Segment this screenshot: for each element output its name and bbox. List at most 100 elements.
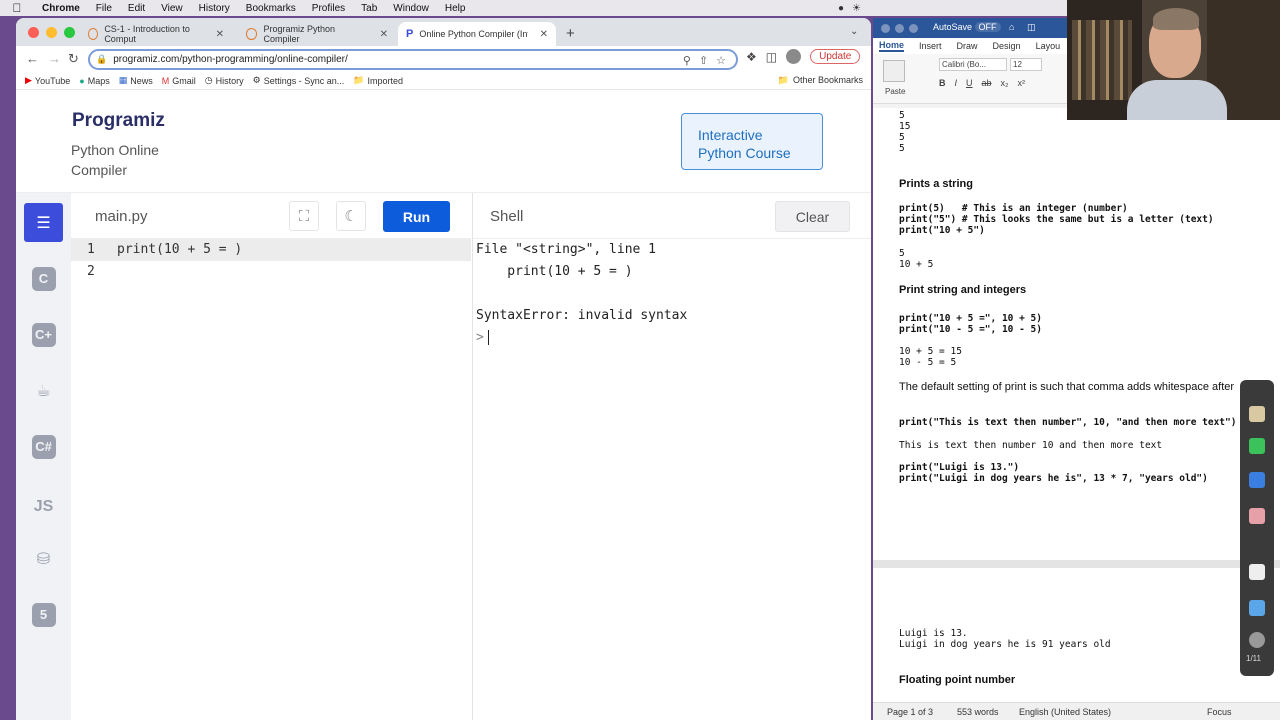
bookmark-star-icon[interactable]: ☆: [716, 54, 726, 67]
superscript-icon[interactable]: x²: [1018, 78, 1026, 88]
new-tab-icon[interactable]: +: [566, 25, 575, 42]
eraser-icon[interactable]: [1249, 406, 1265, 422]
tab-insert[interactable]: Insert: [919, 41, 942, 51]
reload-icon[interactable]: ↻: [68, 51, 79, 67]
lock-icon[interactable]: 🔒: [96, 54, 107, 65]
line-code[interactable]: print(10 + 5 = ): [117, 239, 242, 261]
word-count[interactable]: 553 words: [957, 707, 999, 717]
zoom-window-button[interactable]: [64, 27, 75, 38]
zoom-icon[interactable]: ⚲: [683, 54, 691, 67]
tab-programiz-compiler[interactable]: Programiz Python Compiler ✕: [238, 22, 396, 46]
menu-history[interactable]: History: [191, 3, 238, 14]
tab-online-python-compiler[interactable]: P Online Python Compiler (Interp ✕: [398, 22, 556, 46]
close-window-button[interactable]: [881, 24, 890, 33]
tab-search-chevron-icon[interactable]: ⌄: [850, 26, 858, 37]
minimize-window-button[interactable]: [895, 24, 904, 33]
interactive-course-button[interactable]: Interactive Python Course: [681, 113, 823, 170]
autosave-toggle[interactable]: AutoSave OFF: [933, 22, 1001, 32]
address-bar[interactable]: 🔒 programiz.com/python-programming/onlin…: [88, 49, 738, 70]
menu-file[interactable]: File: [88, 3, 120, 14]
subscript-icon[interactable]: x₂: [1001, 78, 1009, 88]
sql-database-icon[interactable]: ⛁: [24, 539, 63, 578]
shell-output[interactable]: File "<string>", line 1 print(10 + 5 = )…: [472, 239, 871, 720]
tab-cs1[interactable]: CS-1 - Introduction to Comput ✕: [80, 22, 232, 46]
word-document[interactable]: 5 15 5 5 Prints a string print(5) # This…: [873, 108, 1280, 702]
code-line[interactable]: 1 print(10 + 5 = ): [71, 239, 471, 261]
save-icon[interactable]: ◫: [1027, 22, 1036, 33]
language-status[interactable]: English (United States): [1019, 707, 1111, 717]
csharp-icon[interactable]: C#: [24, 427, 63, 466]
zoom-window-button[interactable]: [909, 24, 918, 33]
c-icon[interactable]: C: [24, 259, 63, 298]
programiz-logo[interactable]: Programiz: [72, 110, 165, 132]
forward-arrow-icon[interactable]: →: [48, 51, 61, 66]
fullscreen-icon[interactable]: ⛶: [289, 201, 319, 231]
minimize-window-button[interactable]: [46, 27, 57, 38]
menu-edit[interactable]: Edit: [120, 3, 153, 14]
bookmark-maps[interactable]: ● Maps: [79, 76, 109, 86]
file-tab-main-py[interactable]: main.py: [95, 208, 148, 225]
focus-mode[interactable]: Focus: [1207, 707, 1232, 717]
bookmark-youtube[interactable]: ▶ YouTube: [25, 75, 70, 86]
menu-window[interactable]: Window: [385, 3, 437, 14]
sidepanel-icon[interactable]: ◫: [766, 50, 777, 64]
other-bookmarks[interactable]: 📁 Other Bookmarks: [778, 75, 863, 86]
close-tab-icon[interactable]: ✕: [540, 29, 548, 40]
menu-help[interactable]: Help: [437, 3, 474, 14]
text-tool-icon[interactable]: [1249, 472, 1265, 488]
menu-profiles[interactable]: Profiles: [304, 3, 353, 14]
bookmark-news[interactable]: ▦ News: [119, 75, 153, 86]
cplusplus-icon[interactable]: C+: [24, 315, 63, 354]
clear-button[interactable]: Clear: [775, 201, 850, 232]
home-icon[interactable]: ⌂: [1009, 22, 1014, 32]
close-tab-icon[interactable]: ✕: [216, 29, 224, 40]
whiteboard-icon[interactable]: [1249, 564, 1265, 580]
back-arrow-icon[interactable]: ←: [26, 51, 39, 66]
bookmark-settings[interactable]: ⚙ Settings - Sync an...: [253, 75, 345, 86]
html-icon[interactable]: 5: [24, 595, 63, 634]
apple-icon[interactable]: : [0, 1, 34, 15]
close-window-button[interactable]: [28, 27, 39, 38]
java-icon[interactable]: ☕: [24, 371, 63, 410]
bookmark-imported[interactable]: 📁 Imported: [353, 75, 403, 86]
tab-design[interactable]: Design: [993, 41, 1021, 51]
menu-bookmarks[interactable]: Bookmarks: [238, 3, 304, 14]
underline-icon[interactable]: U: [966, 78, 973, 88]
status-icon[interactable]: ☀: [852, 3, 861, 14]
menu-app-name[interactable]: Chrome: [34, 3, 88, 14]
strikethrough-icon[interactable]: ab: [982, 78, 992, 88]
settings-gear-icon[interactable]: [1249, 632, 1265, 648]
pink-marker-icon[interactable]: [1249, 508, 1265, 524]
italic-icon[interactable]: I: [955, 78, 958, 88]
run-button[interactable]: Run: [383, 201, 450, 232]
dark-mode-moon-icon[interactable]: ☾: [336, 201, 366, 231]
menu-tab[interactable]: Tab: [353, 3, 385, 14]
bookmark-history[interactable]: ◷ History: [205, 75, 244, 86]
csharp-badge: C#: [31, 434, 56, 459]
extensions-puzzle-icon[interactable]: ❖: [746, 50, 757, 64]
paste-clipboard-icon[interactable]: [883, 60, 905, 82]
tab-home[interactable]: Home: [879, 40, 905, 52]
share-icon[interactable]: ⇧: [699, 54, 708, 67]
menu-view[interactable]: View: [153, 3, 191, 14]
js-icon[interactable]: JS: [24, 487, 63, 526]
status-dot-icon[interactable]: ●: [838, 3, 844, 14]
code-editor[interactable]: 1 print(10 + 5 = ) 2: [71, 239, 471, 720]
profile-avatar[interactable]: [786, 49, 802, 64]
font-size-select[interactable]: 12: [1010, 58, 1042, 71]
code-line[interactable]: 2: [71, 261, 471, 283]
tab-draw[interactable]: Draw: [957, 41, 978, 51]
font-family-select[interactable]: Calibri (Bo...: [939, 58, 1007, 71]
shell-prompt-line[interactable]: >: [476, 327, 489, 349]
bookmark-gmail[interactable]: M Gmail: [162, 76, 196, 86]
page-count[interactable]: Page 1 of 3: [887, 707, 933, 717]
bold-icon[interactable]: B: [939, 78, 946, 88]
update-button[interactable]: Update: [810, 49, 861, 64]
pen-blue-icon[interactable]: [1249, 600, 1265, 616]
more-menu-icon[interactable]: ⋮: [869, 50, 871, 64]
tab-layout[interactable]: Layou: [1036, 41, 1061, 51]
ink-page-counter: 1/11: [1246, 654, 1261, 663]
close-tab-icon[interactable]: ✕: [380, 29, 388, 40]
green-pen-icon[interactable]: [1249, 438, 1265, 454]
python-icon[interactable]: ☰: [24, 203, 63, 242]
